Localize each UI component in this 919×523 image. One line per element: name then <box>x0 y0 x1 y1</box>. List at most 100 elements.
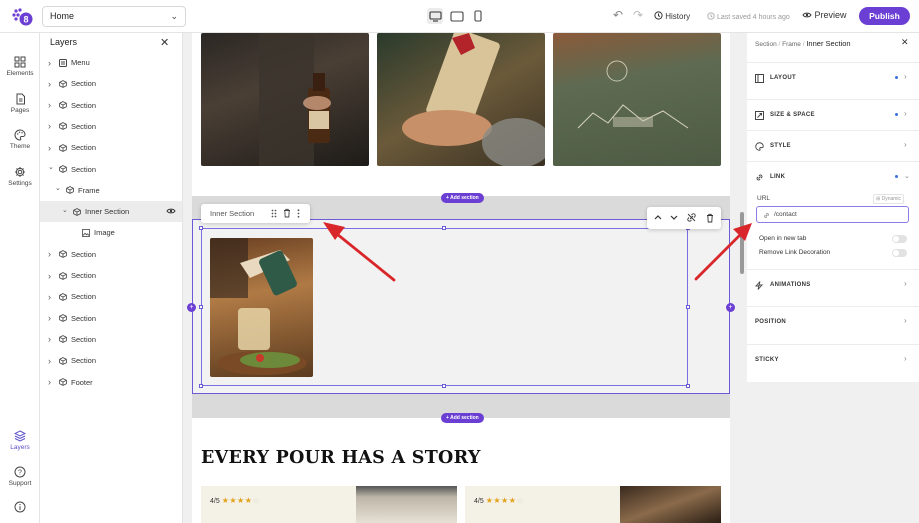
breadcrumb-item[interactable]: Frame <box>782 41 801 48</box>
chevron-right-icon[interactable]: › <box>48 271 56 281</box>
layer-item-section[interactable]: › Section <box>40 286 182 307</box>
layer-item-section[interactable]: › Section <box>40 350 182 371</box>
page-select[interactable]: Home ⌄ <box>42 6 186 27</box>
layer-item-inner-section[interactable]: ⌄ Inner Section <box>40 201 182 223</box>
layer-item-footer[interactable]: › Footer <box>40 372 182 393</box>
chevron-right-icon[interactable]: › <box>48 100 56 110</box>
app-root: 8 Home ⌄ ↶ ↷ History Last saved 4 hours … <box>0 0 919 523</box>
layer-item-label: Inner Section <box>85 207 130 217</box>
layer-item-section[interactable]: ⌄ Section <box>40 159 182 180</box>
desktop-view-button[interactable] <box>427 8 443 24</box>
delete-icon[interactable] <box>706 213 714 223</box>
inner-section-label: Inner Section <box>210 209 255 218</box>
eye-icon <box>802 12 812 18</box>
rail-item-elements[interactable]: Elements <box>0 56 40 77</box>
info-icon <box>14 501 26 513</box>
chevron-down-icon[interactable]: ⌄ <box>62 206 70 214</box>
unlink-icon[interactable] <box>687 213 696 222</box>
section-label: ANIMATIONS <box>770 282 811 288</box>
close-icon[interactable]: ✕ <box>160 36 169 49</box>
layer-item-menu[interactable]: › Menu <box>40 52 182 73</box>
publish-button[interactable]: Publish <box>859 7 910 25</box>
move-down-icon[interactable] <box>670 214 678 221</box>
move-up-icon[interactable] <box>654 214 662 221</box>
chevron-right-icon[interactable]: › <box>48 249 56 259</box>
preview-button[interactable]: Preview <box>802 10 847 20</box>
dynamic-button[interactable]: ⊞ Dynamic <box>873 194 905 204</box>
chevron-right-icon[interactable]: › <box>48 58 56 68</box>
add-section-button[interactable]: + Add section <box>441 193 484 203</box>
chevron-right-icon[interactable]: › <box>48 334 56 344</box>
layer-item-frame[interactable]: ⌄ Frame <box>40 180 182 201</box>
chevron-down-icon[interactable]: ⌄ <box>55 184 63 192</box>
chevron-right-icon[interactable]: › <box>48 313 56 323</box>
open-new-tab-toggle[interactable] <box>892 235 907 243</box>
rail-item-layers[interactable]: Layers <box>0 430 40 451</box>
chevron-down-icon[interactable]: ⌄ <box>904 172 910 180</box>
rail-item-theme[interactable]: Theme <box>0 129 40 150</box>
url-input[interactable]: /contact <box>756 206 909 223</box>
section-headline: EVERY POUR HAS A STORY <box>201 448 481 468</box>
close-icon[interactable]: ✕ <box>901 37 909 48</box>
modified-dot <box>895 76 898 79</box>
layer-item-section[interactable]: › Section <box>40 265 182 286</box>
chevron-right-icon[interactable]: › <box>48 121 56 131</box>
chevron-down-icon[interactable]: ⌄ <box>48 163 56 171</box>
rating-value: 4/5 <box>210 498 220 505</box>
redo-icon[interactable]: ↷ <box>633 8 643 22</box>
mobile-icon <box>474 10 482 22</box>
inspector-section-sticky[interactable]: STICKY › <box>747 344 919 375</box>
layer-item-label: Section <box>71 249 97 259</box>
layer-item-section[interactable]: › Section <box>40 329 182 350</box>
inspector-section-layout[interactable]: LAYOUT › <box>747 62 919 93</box>
inner-section-image[interactable] <box>210 238 313 377</box>
chevron-right-icon[interactable]: › <box>48 79 56 89</box>
resize-handle[interactable] <box>442 226 446 230</box>
add-right-icon[interactable]: + <box>726 303 735 312</box>
chevron-right-icon[interactable]: › <box>48 292 56 302</box>
pouring-drink-image <box>210 238 307 375</box>
layer-item-image[interactable]: Image <box>40 222 182 243</box>
app-logo[interactable]: 8 <box>10 7 34 27</box>
inspector-section-animations[interactable]: ANIMATIONS › <box>747 269 919 300</box>
resize-handle[interactable] <box>199 226 203 230</box>
rail-item-pages[interactable]: Pages <box>0 93 40 114</box>
resize-handle[interactable] <box>442 384 446 388</box>
layer-item-section[interactable]: › Section <box>40 116 182 137</box>
resize-handle[interactable] <box>199 384 203 388</box>
history-button[interactable]: History <box>654 11 690 21</box>
layer-item-section[interactable]: › Section <box>40 95 182 116</box>
chevron-right-icon[interactable]: › <box>48 356 56 366</box>
drag-handle-icon[interactable] <box>271 209 277 218</box>
tablet-view-button[interactable] <box>449 8 465 24</box>
resize-handle[interactable] <box>199 305 203 309</box>
visibility-eye-icon[interactable] <box>166 207 176 217</box>
rail-item-support[interactable]: ? Support <box>0 466 40 487</box>
rail-item-info[interactable] <box>0 501 40 515</box>
layer-item-section[interactable]: › Section <box>40 308 182 329</box>
inspector-section-size[interactable]: SIZE & SPACE › <box>747 99 919 130</box>
layer-item-label: Section <box>71 143 97 153</box>
section-label[interactable]: LINK <box>770 174 785 180</box>
layer-item-section[interactable]: › Section <box>40 73 182 94</box>
layer-item-section[interactable]: › Section <box>40 137 182 158</box>
remove-decoration-label: Remove Link Decoration <box>759 249 831 256</box>
trash-icon[interactable] <box>283 208 291 218</box>
add-left-icon[interactable]: + <box>187 303 196 312</box>
mobile-view-button[interactable] <box>470 8 486 24</box>
remove-decoration-toggle[interactable] <box>892 249 907 257</box>
breadcrumb-item[interactable]: Section <box>755 41 777 48</box>
more-icon[interactable] <box>297 209 300 218</box>
chevron-right-icon[interactable]: › <box>48 143 56 153</box>
add-section-button[interactable]: + Add section <box>441 413 484 423</box>
inspector-section-style[interactable]: STYLE › <box>747 130 919 161</box>
resize-handle[interactable] <box>686 305 690 309</box>
inspector-section-position[interactable]: POSITION › <box>747 306 919 337</box>
layer-item-section[interactable]: › Section <box>40 244 182 265</box>
canvas-scrollbar[interactable] <box>740 212 744 274</box>
layer-item-label: Section <box>71 164 97 174</box>
resize-handle[interactable] <box>686 384 690 388</box>
undo-icon[interactable]: ↶ <box>613 8 623 22</box>
rail-item-settings[interactable]: Settings <box>0 166 40 187</box>
chevron-right-icon[interactable]: › <box>48 377 56 387</box>
